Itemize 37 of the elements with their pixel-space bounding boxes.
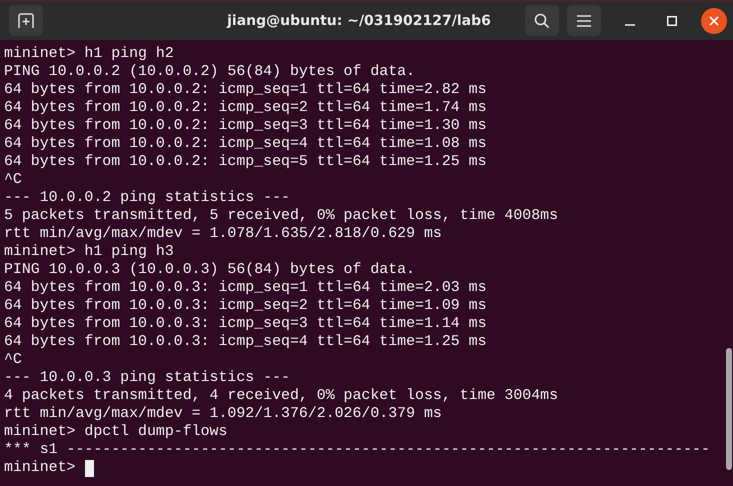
menu-button[interactable] [566,5,601,36]
terminal-line: *** s1 ------------------------------------------------------------------------ [4,441,711,459]
terminal-line: 64 bytes from 10.0.0.3: icmp_seq=1 ttl=64 time=2.03 ms [4,279,488,297]
terminal-line: rtt min/avg/max/mdev = 1.092/1.376/2.026/0.379 ms [4,405,443,423]
terminal-line: mininet> dpctl dump-flows [4,423,228,441]
menu-icon [576,14,591,26]
terminal-line: mininet> h1 ping h2 [4,45,175,63]
terminal-line: 64 bytes from 10.0.0.2: icmp_seq=3 ttl=64 time=1.30 ms [4,117,488,135]
minimize-icon [624,24,635,26]
terminal-line: ^C [4,171,23,189]
close-icon [708,16,719,26]
terminal-line: 64 bytes from 10.0.0.3: icmp_seq=4 ttl=64 time=1.25 ms [4,333,488,351]
window-title: jiang@ubuntu: ~/031902127/lab6 [227,12,491,28]
maximize-icon [666,16,677,26]
terminal-line: 64 bytes from 10.0.0.3: icmp_seq=3 ttl=64 time=1.14 ms [4,315,488,333]
close-button[interactable] [700,8,727,34]
terminal-line: mininet> h1 ping h3 [4,243,175,261]
search-icon [534,12,550,28]
terminal-line: --- 10.0.0.3 ping statistics --- [4,369,291,387]
scrollbar[interactable] [726,348,732,470]
terminal-line: 64 bytes from 10.0.0.3: icmp_seq=2 ttl=64 time=1.09 ms [4,297,488,315]
terminal-line: ^C [4,351,23,369]
new-tab-icon [17,12,35,30]
terminal-line: PING 10.0.0.2 (10.0.0.2) 56(84) bytes of data. [4,63,416,81]
terminal-line: rtt min/avg/max/mdev = 1.078/1.635/2.818/0.629 ms [4,225,443,243]
terminal-line: 4 packets transmitted, 4 received, 0% packet loss, time 3004ms [4,387,560,405]
terminal-line: 64 bytes from 10.0.0.2: icmp_seq=5 ttl=64 time=1.25 ms [4,153,488,171]
text-cursor [84,460,94,476]
terminal-line: 64 bytes from 10.0.0.2: icmp_seq=1 ttl=64 time=2.82 ms [4,81,488,99]
prompt: mininet> [4,459,76,477]
terminal-line: 64 bytes from 10.0.0.2: icmp_seq=2 ttl=64 time=1.74 ms [4,99,488,117]
terminal-line: PING 10.0.0.3 (10.0.0.3) 56(84) bytes of data. [4,261,416,279]
search-button[interactable] [524,5,559,36]
terminal-line: 5 packets transmitted, 5 received, 0% packet loss, time 4008ms [4,207,560,225]
new-tab-button[interactable] [9,5,43,36]
terminal-line: --- 10.0.0.2 ping statistics --- [4,189,291,207]
terminal-line: 64 bytes from 10.0.0.2: icmp_seq=4 ttl=64 time=1.08 ms [4,135,488,153]
